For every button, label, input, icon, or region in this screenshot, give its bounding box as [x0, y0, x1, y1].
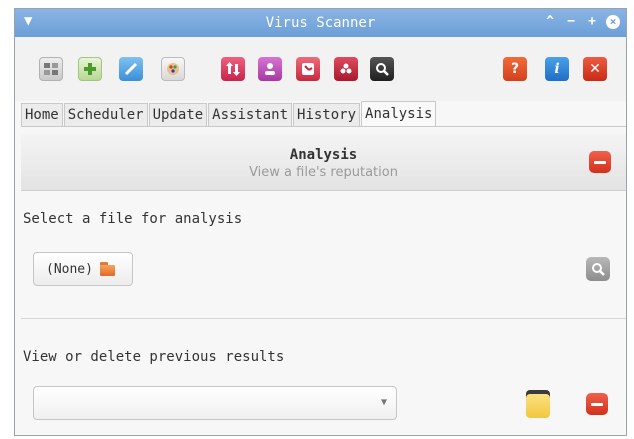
title-bar: ▼ Virus Scanner ^ − + ×: [15, 9, 626, 37]
quarantine-icon: [340, 63, 352, 74]
user-button[interactable]: [258, 57, 282, 81]
window-title: Virus Scanner: [265, 15, 376, 31]
tab-update[interactable]: Update: [148, 103, 208, 126]
toolbar: ? i ✕: [15, 37, 626, 101]
tab-scheduler[interactable]: Scheduler: [63, 103, 148, 126]
close-app-button[interactable]: ✕: [583, 57, 607, 81]
window-close-button[interactable]: ×: [606, 15, 620, 29]
analyze-button[interactable]: [586, 257, 610, 281]
chevron-down-icon: ▼: [380, 397, 387, 408]
quarantine-button[interactable]: [334, 57, 358, 81]
view-results-button[interactable]: [526, 390, 550, 418]
scan-device-button[interactable]: [39, 57, 63, 81]
tab-divider: [21, 126, 626, 127]
scan-device-icon: [44, 63, 58, 75]
search-button[interactable]: [370, 57, 394, 81]
add-file-button[interactable]: [78, 57, 102, 81]
section-divider: [21, 318, 626, 319]
tab-history[interactable]: History: [293, 103, 361, 126]
page-title: Analysis: [289, 147, 358, 163]
tab-assistant[interactable]: Assistant: [208, 103, 293, 126]
close-icon: ✕: [589, 61, 601, 77]
add-file-icon: [84, 63, 96, 75]
file-section-label: Select a file for analysis: [23, 211, 243, 227]
clock-icon: [302, 63, 314, 75]
delete-results-button[interactable]: [586, 393, 608, 415]
results-section-label: View or delete previous results: [23, 349, 285, 365]
user-icon: [265, 63, 275, 75]
update-button[interactable]: [221, 57, 245, 81]
tab-analysis[interactable]: Analysis: [361, 101, 437, 126]
search-icon: [376, 63, 389, 76]
app-window: ▼ Virus Scanner ^ − + × ? i ✕ Home Sched…: [14, 8, 627, 436]
section-header: Analysis View a file's reputation: [21, 134, 626, 191]
tools-icon: [124, 62, 138, 76]
palette-icon: [167, 63, 179, 75]
file-chooser-button[interactable]: (None): [33, 252, 133, 286]
help-button[interactable]: ?: [503, 57, 527, 81]
palette-button[interactable]: [161, 57, 185, 81]
update-arrows-icon: [226, 62, 240, 76]
info-icon: i: [554, 61, 560, 77]
magnifier-icon: [592, 263, 605, 276]
folder-icon: [99, 261, 115, 277]
minimize-button[interactable]: −: [564, 14, 578, 29]
previous-results-dropdown[interactable]: ▼: [33, 386, 397, 420]
help-icon: ?: [510, 61, 520, 77]
page-subtitle: View a file's reputation: [249, 165, 398, 180]
info-button[interactable]: i: [545, 57, 569, 81]
tab-bar: Home Scheduler Update Assistant History …: [21, 101, 437, 127]
file-chooser-label: (None): [46, 261, 93, 277]
shade-button[interactable]: ^: [543, 14, 557, 29]
window-controls: ^ − + ×: [543, 14, 620, 29]
scheduler-button[interactable]: [296, 57, 320, 81]
tools-button[interactable]: [119, 57, 143, 81]
tab-home[interactable]: Home: [21, 103, 63, 126]
maximize-button[interactable]: +: [585, 14, 599, 29]
collapse-header-button[interactable]: [589, 151, 611, 173]
